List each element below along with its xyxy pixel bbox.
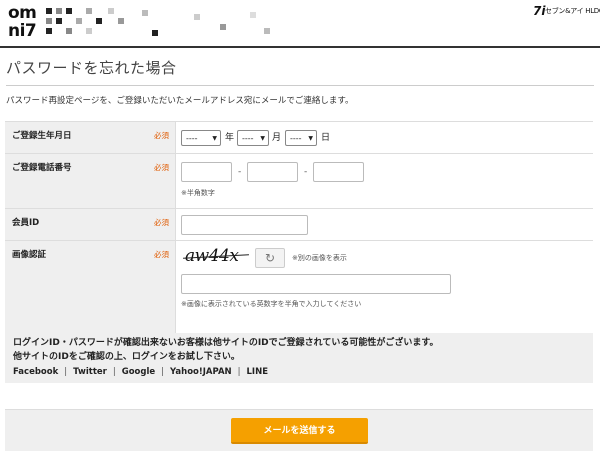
site-header: om ni7 7i セブン&アイ HLDGS. [0, 0, 600, 48]
birth-month-value: ---- [242, 134, 254, 143]
phone-part3-input[interactable] [313, 162, 364, 182]
other-image-link[interactable]: ※別の画像を表示 [292, 253, 347, 263]
chevron-down-icon: ▼ [308, 135, 313, 142]
chevron-down-icon: ▼ [212, 135, 217, 142]
phone-part1-input[interactable] [181, 162, 232, 182]
birth-month-select[interactable]: ---- ▼ [237, 130, 269, 146]
link-separator: | [161, 367, 165, 377]
notice-line-1: ログインID・パスワードが確認出来ないお客様は他サイトのIDでご登録されている可… [13, 338, 439, 348]
member-id-label: 会員ID [12, 218, 40, 228]
phone-part2-input[interactable] [247, 162, 298, 182]
seven-and-i-brand: 7i セブン&アイ HLDGS. [533, 4, 600, 18]
captcha-refresh-button[interactable]: ↻ [255, 248, 285, 268]
birth-year-value: ---- [186, 134, 198, 143]
line-link[interactable]: LINE [247, 367, 269, 377]
refresh-icon: ↻ [264, 251, 276, 265]
notice-line-2: 他サイトのIDをご確認の上、ログインをお試し下さい。 [13, 352, 240, 362]
captcha-note: ※画像に表示されている英数字を半角で入力してください [181, 300, 362, 308]
captcha-label-cell: 画像認証 必須 [5, 241, 176, 346]
submit-area: メールを送信する [5, 409, 593, 451]
google-link[interactable]: Google [122, 367, 155, 377]
brand-name: セブン&アイ HLDGS. [545, 7, 600, 15]
seven-i-logo-icon: 7i [533, 4, 546, 18]
yahoo-japan-link[interactable]: Yahoo!JAPAN [170, 367, 232, 377]
phone-note: ※半角数字 [181, 189, 215, 197]
day-unit: 日 [321, 133, 331, 143]
title-divider [6, 85, 594, 86]
required-badge: 必須 [154, 131, 169, 140]
captcha-row: 画像認証 必須 aw44x ↻ ※別の画像を表示 ※画像に表示されている英数字を… [5, 240, 593, 346]
captcha-image: aw44x [183, 246, 253, 268]
intro-text: パスワード再設定ページを、ご登録いただいたメールアドレス宛にメールでご連絡します… [6, 96, 354, 106]
month-unit: 月 [272, 133, 282, 143]
birth-day-value: ---- [290, 134, 302, 143]
year-unit: 年 [225, 133, 235, 143]
member-id-row: 会員ID 必須 [5, 208, 593, 241]
required-badge: 必須 [154, 163, 169, 172]
phone-label: ご登録電話番号 [12, 163, 72, 173]
member-id-label-cell: 会員ID 必須 [5, 209, 176, 241]
required-badge: 必須 [154, 250, 169, 259]
pixel-pattern-decoration [46, 8, 270, 36]
logo-line-2: ni7 [8, 21, 37, 41]
twitter-link[interactable]: Twitter [73, 367, 107, 377]
chevron-down-icon: ▼ [260, 135, 265, 142]
birthdate-label-cell: ご登録生年月日 必須 [5, 122, 176, 154]
captcha-input[interactable] [181, 274, 451, 294]
send-email-button[interactable]: メールを送信する [231, 418, 368, 444]
birthdate-row: ご登録生年月日 必須 ---- ▼ 年 ---- ▼ 月 ---- ▼ 日 [5, 121, 593, 154]
birthdate-label: ご登録生年月日 [12, 131, 72, 141]
link-separator: | [237, 367, 241, 377]
birth-year-select[interactable]: ---- ▼ [181, 130, 221, 146]
birth-day-select[interactable]: ---- ▼ [285, 130, 317, 146]
link-separator: | [112, 367, 116, 377]
other-site-id-notice: ログインID・パスワードが確認出来ないお客様は他サイトのIDでご登録されている可… [5, 333, 593, 383]
phone-separator: - [304, 167, 308, 177]
social-login-links: Facebook | Twitter | Google | Yahoo!JAPAN | LINE [13, 366, 268, 378]
phone-row: ご登録電話番号 必須 - - ※半角数字 [5, 153, 593, 209]
logo-line-1: om [8, 3, 37, 23]
phone-label-cell: ご登録電話番号 必須 [5, 154, 176, 209]
link-separator: | [64, 367, 68, 377]
page-title: パスワードを忘れた場合 [6, 59, 177, 77]
captcha-label: 画像認証 [12, 250, 47, 260]
phone-separator: - [238, 167, 242, 177]
required-badge: 必須 [154, 218, 169, 227]
facebook-link[interactable]: Facebook [13, 367, 58, 377]
omni7-logo[interactable]: om ni7 [8, 5, 42, 41]
member-id-input[interactable] [181, 215, 308, 235]
